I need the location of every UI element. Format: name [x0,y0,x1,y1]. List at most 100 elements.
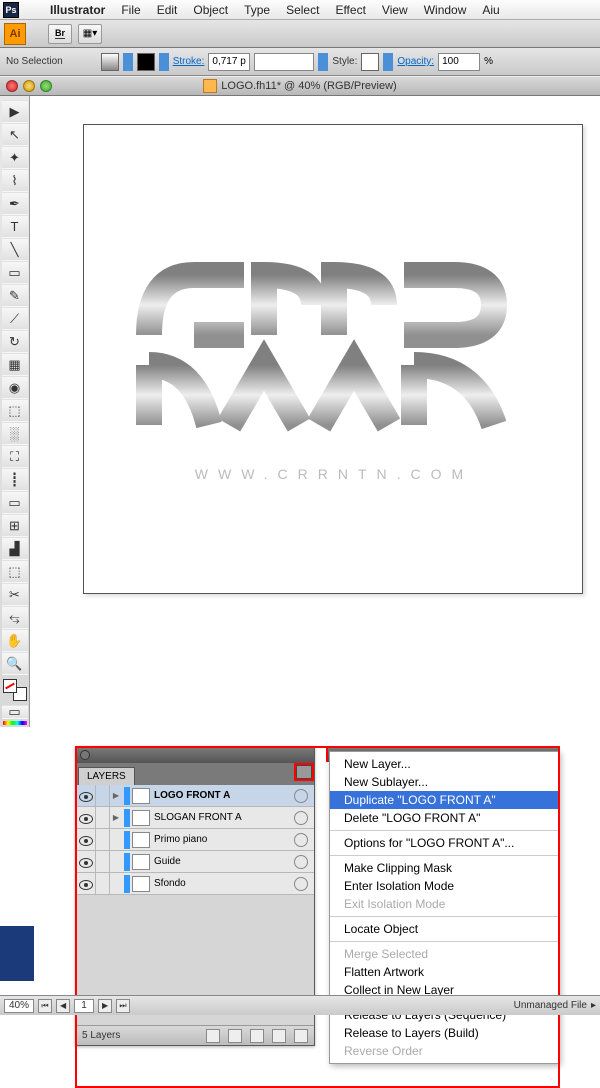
slice-tool[interactable]: ✂ [2,583,28,606]
visibility-toggle[interactable] [76,873,96,894]
brush-dropdown-icon[interactable] [318,53,328,71]
symbol-sprayer-tool[interactable]: ░ [2,422,28,445]
layers-tab[interactable]: LAYERS [78,767,135,785]
style-swatch[interactable] [361,53,379,71]
last-artboard-icon[interactable]: ⏭ [116,999,130,1013]
style-dropdown-icon[interactable] [383,53,393,71]
new-layer-icon[interactable] [272,1029,286,1043]
panel-flyout-button[interactable] [296,765,312,779]
menu-options-for-layer[interactable]: Options for "LOGO FRONT A"... [330,834,558,852]
canvas-area[interactable]: WWW.CRRNTN.COM [38,104,590,634]
make-clip-icon[interactable] [228,1029,242,1043]
target-icon[interactable] [294,789,308,803]
new-sublayer-icon[interactable] [250,1029,264,1043]
arrange-documents-button[interactable]: ▦▾ [78,24,102,44]
minimize-window-icon[interactable] [23,80,35,92]
menu-select[interactable]: Select [278,3,327,17]
visibility-toggle[interactable] [76,851,96,872]
panel-header[interactable] [76,747,314,763]
target-icon[interactable] [294,855,308,869]
pencil-tool[interactable]: ⟋ [2,307,28,330]
brush-combo[interactable] [254,53,314,71]
menu-flatten-artwork[interactable]: Flatten Artwork [330,963,558,981]
menu-effect[interactable]: Effect [327,3,373,17]
stroke-dropdown-icon[interactable] [159,53,169,71]
lock-toggle[interactable] [96,851,110,872]
eyedropper-tool[interactable]: ⊞ [2,514,28,537]
free-transform-tool[interactable]: ⬚ [2,399,28,422]
close-window-icon[interactable] [6,80,18,92]
stroke-swatch[interactable] [137,53,155,71]
visibility-toggle[interactable] [76,829,96,850]
menu-duplicate-layer[interactable]: Duplicate "LOGO FRONT A" [330,791,558,809]
zoom-field[interactable]: 40% [4,999,34,1013]
rectangle-tool[interactable]: ▭ [2,261,28,284]
lock-toggle[interactable] [96,807,110,828]
locate-layer-icon[interactable] [206,1029,220,1043]
layer-name[interactable]: SLOGAN FRONT A [154,812,294,823]
menu-help[interactable]: Aiu [474,3,507,17]
menu-window[interactable]: Window [416,3,475,17]
warp-tool[interactable]: ◉ [2,376,28,399]
menu-type[interactable]: Type [236,3,278,17]
layer-name[interactable]: Primo piano [154,834,294,845]
status-dropdown-icon[interactable]: ▸ [591,1000,596,1011]
artboard-number[interactable]: 1 [74,999,94,1013]
lock-toggle[interactable] [96,785,110,806]
delete-layer-icon[interactable] [294,1029,308,1043]
paintbrush-tool[interactable]: ✎ [2,284,28,307]
panel-collapse-icon[interactable] [80,750,90,760]
live-paint-tool[interactable]: ⬚ [2,560,28,583]
fill-dropdown-icon[interactable] [123,53,133,71]
menu-delete-layer[interactable]: Delete "LOGO FRONT A" [330,809,558,827]
layer-row[interactable]: Sfondo [76,873,314,895]
visibility-toggle[interactable] [76,807,96,828]
menu-file[interactable]: File [113,3,148,17]
prev-artboard-icon[interactable]: ◀ [56,999,70,1013]
next-artboard-icon[interactable]: ▶ [98,999,112,1013]
lock-toggle[interactable] [96,873,110,894]
layer-row[interactable]: Guide [76,851,314,873]
first-artboard-icon[interactable]: ⏮ [38,999,52,1013]
scale-tool[interactable]: ▦ [2,353,28,376]
graph-tool[interactable]: ⛶ [2,445,28,468]
target-icon[interactable] [294,811,308,825]
target-icon[interactable] [294,833,308,847]
opacity-field[interactable] [438,53,480,71]
layer-row[interactable]: ▶ SLOGAN FRONT A [76,807,314,829]
menu-view[interactable]: View [374,3,416,17]
type-tool[interactable]: T [2,215,28,238]
mesh-tool[interactable]: ┋ [2,468,28,491]
layer-row[interactable]: ▶ LOGO FRONT A [76,785,314,807]
fill-stroke-swatches[interactable] [3,679,27,701]
gradient-tool[interactable]: ▭ [2,491,28,514]
screen-mode-icon[interactable] [3,721,27,725]
layer-name[interactable]: LOGO FRONT A [154,790,294,801]
fill-swatch[interactable] [101,53,119,71]
layer-name[interactable]: Guide [154,856,294,867]
bridge-button[interactable]: Br [48,24,72,44]
menu-make-clipping-mask[interactable]: Make Clipping Mask [330,859,558,877]
stroke-label[interactable]: Stroke: [173,56,205,67]
blend-tool[interactable]: ▟ [2,537,28,560]
menu-edit[interactable]: Edit [149,3,186,17]
zoom-tool[interactable]: 🔍 [2,652,28,675]
color-mode-icon[interactable]: ▭ [2,705,28,719]
zoom-window-icon[interactable] [40,80,52,92]
menu-new-sublayer[interactable]: New Sublayer... [330,773,558,791]
magic-wand-tool[interactable]: ✦ [2,146,28,169]
layer-name[interactable]: Sfondo [154,878,294,889]
menu-object[interactable]: Object [185,3,236,17]
selection-tool[interactable]: ▶ [2,100,28,123]
expand-icon[interactable]: ▶ [110,791,122,800]
rotate-tool[interactable]: ↻ [2,330,28,353]
menu-locate-object[interactable]: Locate Object [330,920,558,938]
stroke-weight-field[interactable] [208,53,250,71]
expand-icon[interactable]: ▶ [110,813,122,822]
menu-enter-isolation[interactable]: Enter Isolation Mode [330,877,558,895]
menu-new-layer[interactable]: New Layer... [330,755,558,773]
visibility-toggle[interactable] [76,785,96,806]
lasso-tool[interactable]: ⌇ [2,169,28,192]
menu-release-build[interactable]: Release to Layers (Build) [330,1024,558,1042]
line-tool[interactable]: ╲ [2,238,28,261]
